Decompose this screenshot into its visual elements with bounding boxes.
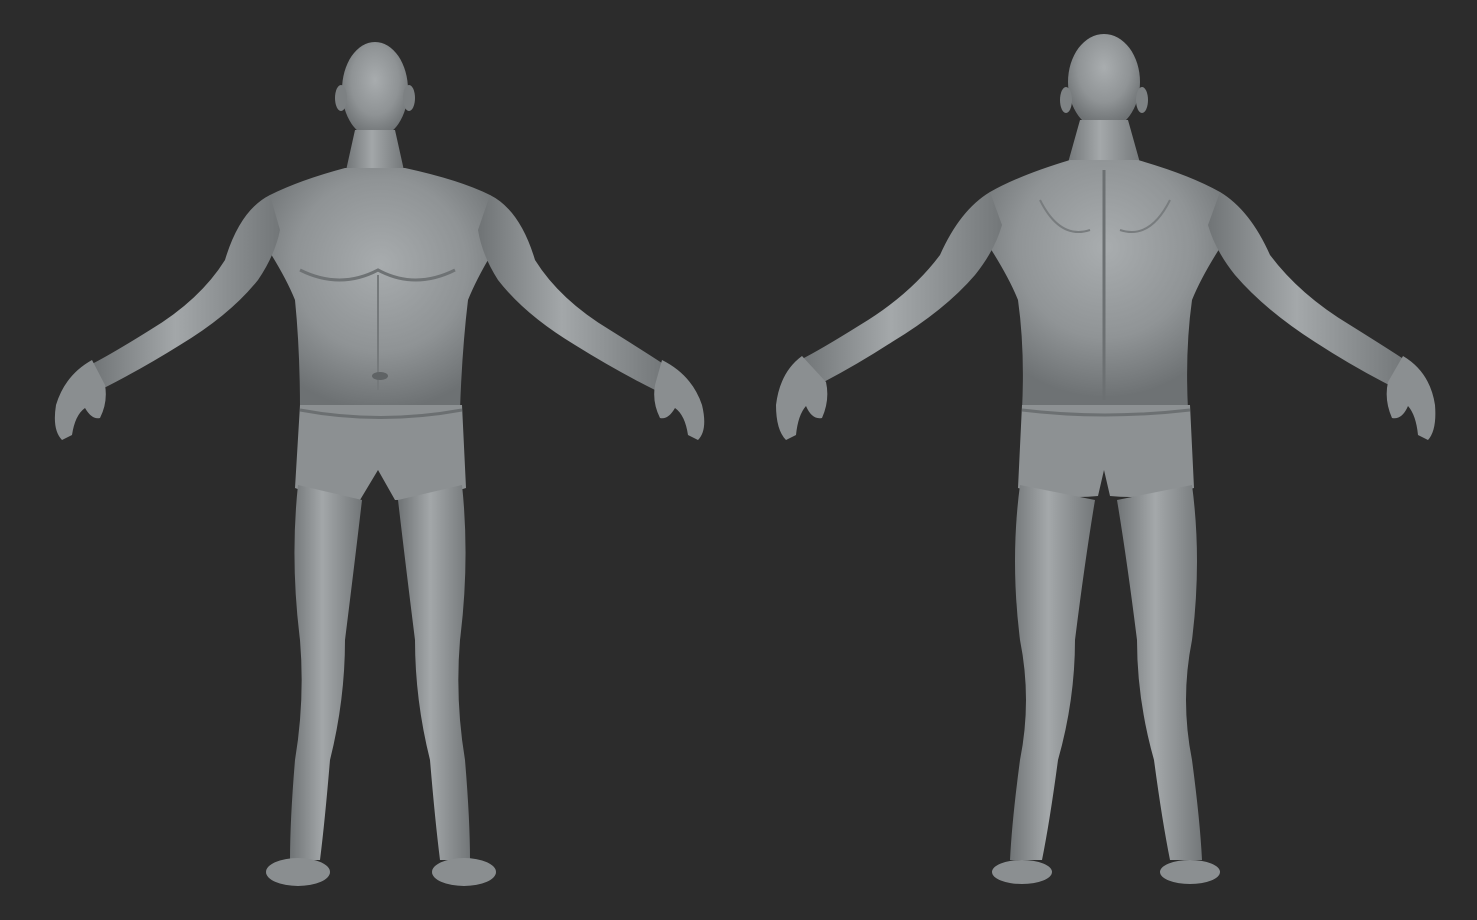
front-foot-right bbox=[432, 858, 496, 886]
front-body-svg bbox=[54, 42, 705, 886]
front-hand-right bbox=[654, 360, 705, 440]
back-body-svg bbox=[776, 34, 1436, 884]
back-view-figure bbox=[740, 0, 1477, 920]
front-view-figure bbox=[0, 0, 740, 920]
front-shorts bbox=[295, 405, 466, 500]
front-navel bbox=[372, 372, 388, 380]
front-head bbox=[342, 42, 408, 138]
back-arm-left bbox=[800, 192, 1002, 388]
front-arm-left bbox=[90, 195, 280, 390]
back-foot-left bbox=[992, 860, 1052, 884]
back-ear-right bbox=[1136, 87, 1148, 113]
back-leg-right bbox=[1117, 485, 1202, 860]
front-hand-left bbox=[54, 360, 106, 440]
front-ear-left bbox=[335, 85, 347, 111]
back-shorts bbox=[1018, 405, 1194, 497]
back-head bbox=[1068, 34, 1140, 130]
front-foot-left bbox=[266, 858, 330, 886]
back-arm-right bbox=[1208, 192, 1405, 388]
back-ear-left bbox=[1060, 87, 1072, 113]
sculpt-canvas bbox=[0, 0, 1477, 920]
front-leg-right bbox=[398, 485, 470, 860]
back-leg-left bbox=[1010, 485, 1095, 860]
front-leg-left bbox=[290, 485, 362, 860]
front-arm-right bbox=[478, 195, 665, 390]
back-foot-right bbox=[1160, 860, 1220, 884]
front-ear-right bbox=[403, 85, 415, 111]
